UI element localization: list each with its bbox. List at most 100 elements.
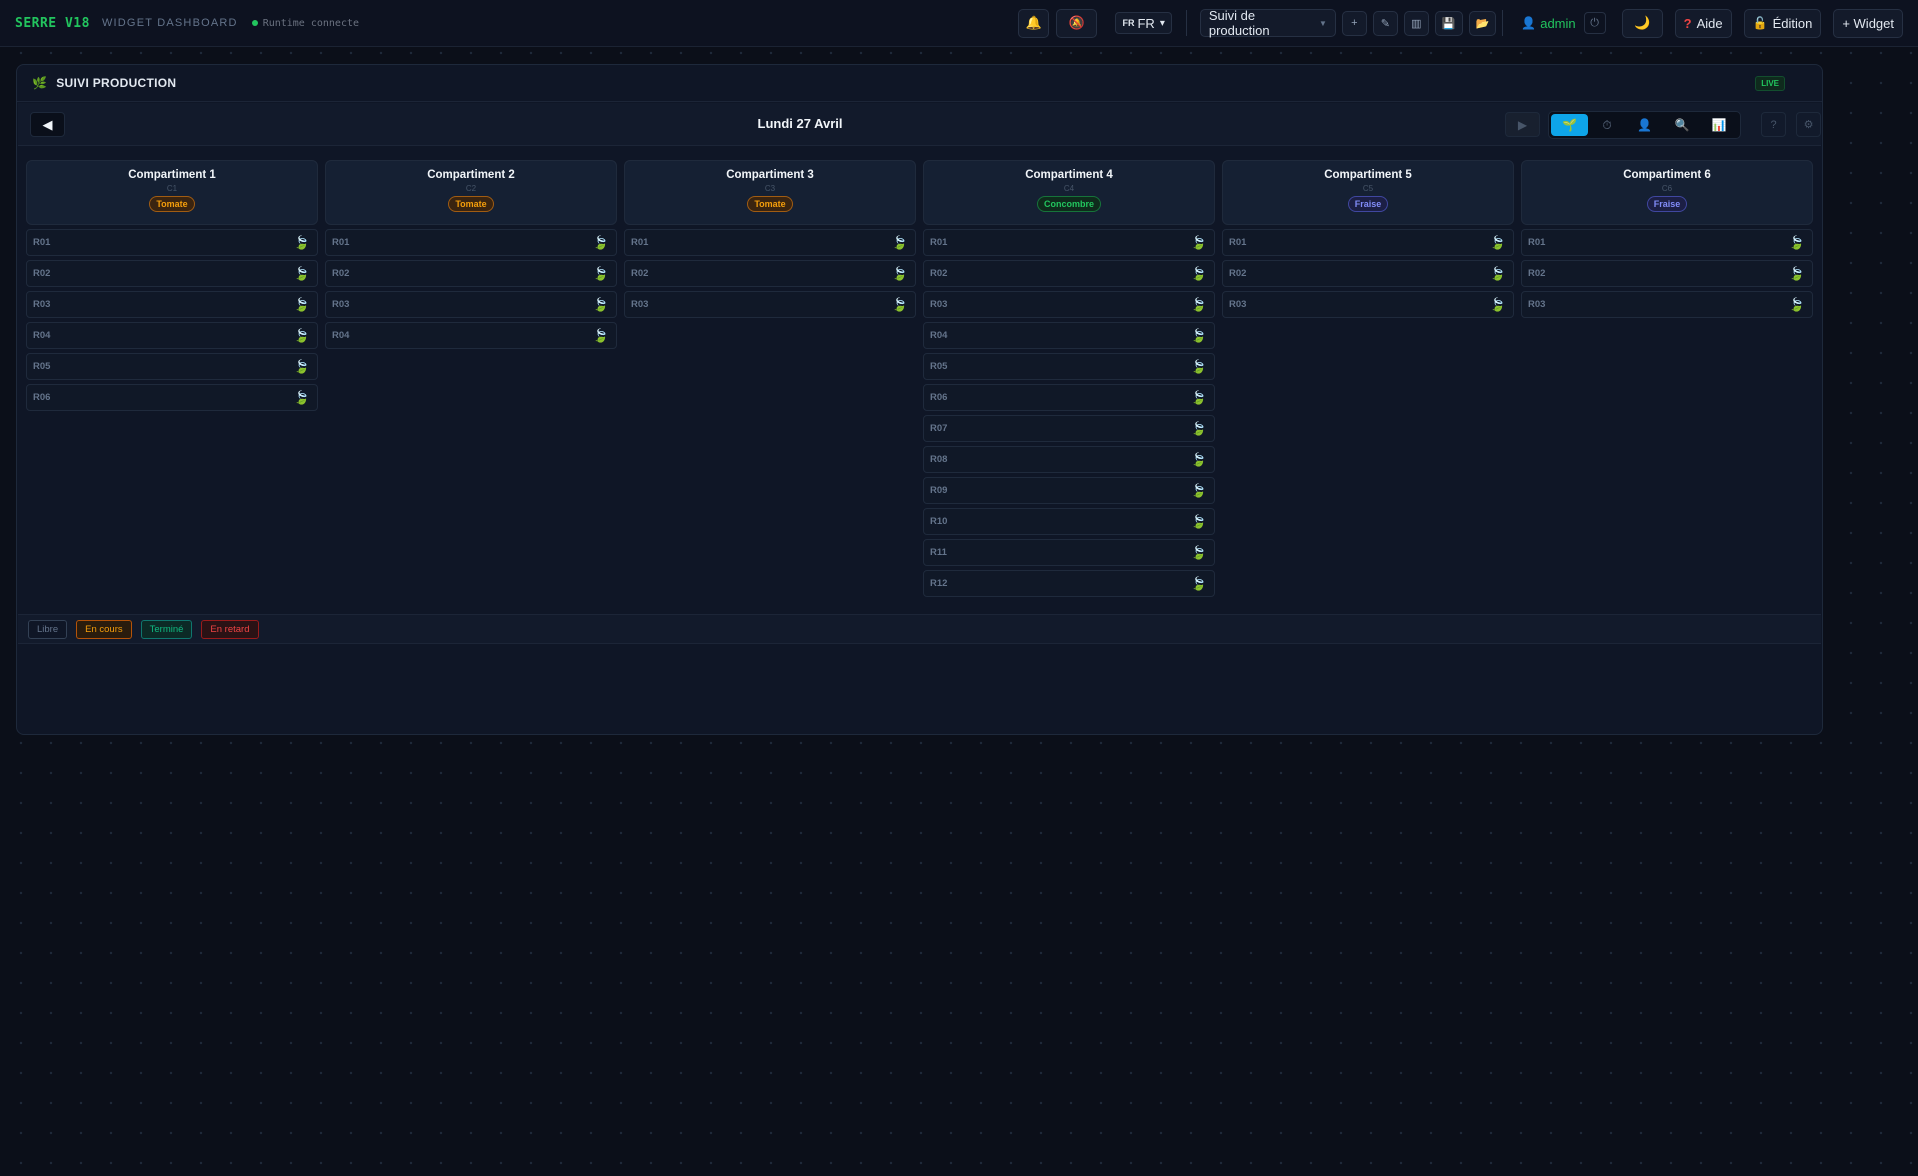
next-day-button[interactable]: ▶ [1505,112,1540,137]
language-code: FR [1122,18,1135,28]
row-item[interactable]: R03 🍃 [923,291,1215,318]
row-item[interactable]: R01 🍃 [26,229,318,256]
row-item[interactable]: R09 🍃 [923,477,1215,504]
row-label: R02 [631,268,649,279]
compartment-header[interactable]: Compartiment 2 C2 Tomate [325,160,617,225]
compartment-header[interactable]: Compartiment 3 C3 Tomate [624,160,916,225]
row-item[interactable]: R01 🍃 [624,229,916,256]
compartment-header[interactable]: Compartiment 5 C5 Fraise [1222,160,1514,225]
crop-badge: Tomate [149,196,195,212]
compartment-name: Compartiment 1 [128,169,216,181]
row-item[interactable]: R01 🍃 [325,229,617,256]
alerts-button[interactable]: 🔕 [1056,8,1098,38]
row-item[interactable]: R03 🍃 [26,291,318,318]
view-mode-user[interactable]: 👤 [1626,114,1663,136]
row-item[interactable]: R02 🍃 [1222,260,1514,287]
unlock-icon: 🔓 [1752,16,1768,30]
chevron-down-icon: ▾ [1159,17,1165,29]
search-icon: 🔍 [1674,118,1690,132]
row-item[interactable]: R01 🍃 [1521,229,1813,256]
row-item[interactable]: R11 🍃 [923,539,1215,566]
divider [1185,10,1187,36]
add-widget-button[interactable]: + Widget [1833,8,1903,38]
compartment-header[interactable]: Compartiment 4 C4 Concombre [923,160,1215,225]
row-label: R01 [631,237,649,248]
user-menu[interactable]: 👤 admin [1521,16,1575,31]
row-item[interactable]: R04 🍃 [26,322,318,349]
leaf-icon: 🍃 [1190,544,1207,560]
row-item[interactable]: R03 🍃 [1521,291,1813,318]
leaf-icon: 🍃 [1190,575,1207,591]
compartment-column: Compartiment 2 C2 Tomate R01 🍃 R02 🍃 R03 🍃 R04 🍃 [325,160,617,601]
row-item[interactable]: R03 🍃 [1222,291,1514,318]
row-item[interactable]: R06 🍃 [26,384,318,411]
compartment-code: C1 [166,184,178,193]
view-mode-group: 🌱 ⏱ 👤 🔍 📊 [1548,111,1741,139]
widget-settings-button[interactable]: ⚙ [1796,112,1821,137]
crop-badge: Tomate [448,196,494,212]
delete-view-button[interactable]: ▥ [1403,10,1429,36]
plus-icon: + [1351,17,1358,29]
view-mode-timer[interactable]: ⏱ [1588,114,1625,136]
row-label: R04 [930,330,948,341]
row-item[interactable]: R01 🍃 [923,229,1215,256]
row-item[interactable]: R05 🍃 [923,353,1215,380]
edit-mode-button[interactable]: 🔓 Édition [1743,8,1822,38]
row-item[interactable]: R05 🍃 [26,353,318,380]
row-item[interactable]: R08 🍃 [923,446,1215,473]
row-item[interactable]: R02 🍃 [26,260,318,287]
view-mode-chart[interactable]: 📊 [1701,114,1738,136]
leaf-icon: 🍃 [1190,420,1207,436]
row-label: R02 [33,268,51,279]
crop-badge: Concombre [1036,196,1101,212]
moon-icon: 🌙 [1634,15,1651,30]
notifications-button[interactable]: 🔔 [1018,8,1050,38]
compartment-header[interactable]: Compartiment 6 C6 Fraise [1521,160,1813,225]
view-mode-plant[interactable]: 🌱 [1551,114,1589,136]
language-select[interactable]: FR FR ▾ [1115,12,1172,34]
help-label: Aide [1696,15,1723,31]
row-item[interactable]: R03 🍃 [325,291,617,318]
compartment-header[interactable]: Compartiment 1 C1 Tomate [26,160,318,225]
row-item[interactable]: R10 🍃 [923,508,1215,535]
gear-icon: ⚙ [1803,119,1814,131]
row-item[interactable]: R03 🍃 [624,291,916,318]
row-item[interactable]: R01 🍃 [1222,229,1514,256]
row-item[interactable]: R04 🍃 [325,322,617,349]
current-date: Lundi 27 Avril [757,116,843,131]
legend-en-cours: En cours [76,619,132,639]
save-icon: 💾 [1441,17,1456,30]
logout-button[interactable]: ⏻ [1583,12,1606,34]
leaf-icon: 🍃 [1190,265,1207,281]
compartment-name: Compartiment 6 [1623,169,1711,181]
row-item[interactable]: R02 🍃 [624,260,916,287]
open-view-button[interactable]: 📂 [1468,10,1497,36]
view-select[interactable]: Suivi de production ▼ [1199,8,1336,38]
compartment-code: C3 [764,184,776,193]
caret-down-icon: ▼ [1318,18,1327,28]
row-label: R04 [332,330,350,341]
compartment-column: Compartiment 1 C1 Tomate R01 🍃 R02 🍃 R03 🍃 R04 🍃 R0… [26,160,318,601]
theme-toggle-button[interactable]: 🌙 [1621,8,1663,38]
row-label: R07 [930,423,948,434]
row-item[interactable]: R02 🍃 [923,260,1215,287]
row-label: R04 [33,330,51,341]
row-item[interactable]: R04 🍃 [923,322,1215,349]
edit-view-button[interactable]: ✎ [1372,10,1398,36]
help-button[interactable]: ? Aide [1674,8,1732,38]
row-item[interactable]: R02 🍃 [1521,260,1813,287]
live-badge: LIVE [1755,75,1785,91]
add-view-button[interactable]: + [1341,10,1367,36]
brand-logo: SERRE V18 [15,15,90,31]
row-item[interactable]: R06 🍃 [923,384,1215,411]
view-mode-search[interactable]: 🔍 [1663,114,1700,136]
row-item[interactable]: R12 🍃 [923,570,1215,597]
compartment-name: Compartiment 3 [726,169,814,181]
row-item[interactable]: R07 🍃 [923,415,1215,442]
widget-help-button[interactable]: ? [1761,112,1786,137]
compartment-code: C2 [465,184,477,193]
row-item[interactable]: R02 🍃 [325,260,617,287]
save-view-button[interactable]: 💾 [1434,10,1463,36]
view-select-label: Suivi de production [1208,8,1270,38]
seedling-icon: 🌿 [32,76,48,90]
